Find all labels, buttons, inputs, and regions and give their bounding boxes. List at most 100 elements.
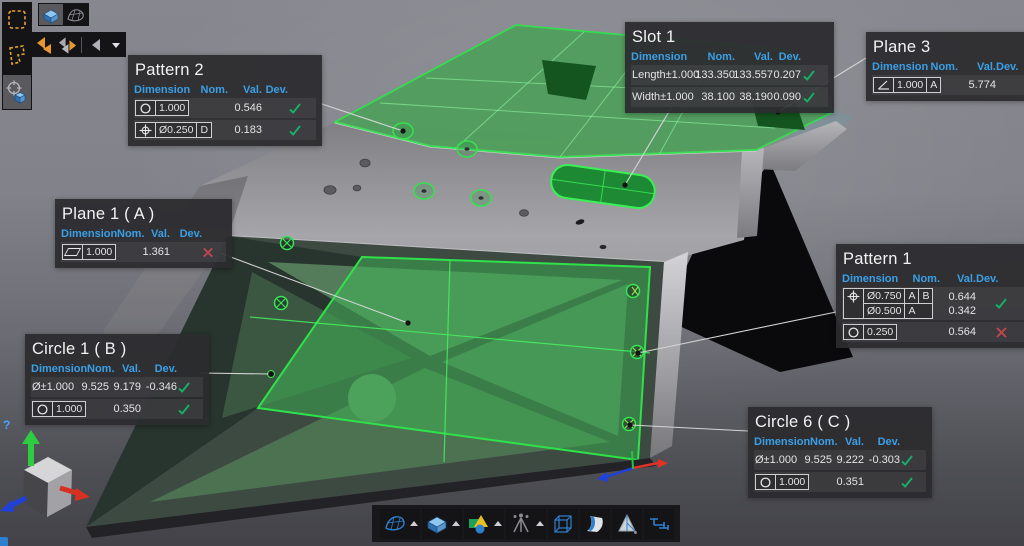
callout-plane-1[interactable]: Plane 1 ( A )DimensionNom.Val.Dev.1.0001… [55, 199, 232, 268]
pass-check-icon [900, 454, 914, 467]
surface-tool-button[interactable] [580, 509, 610, 539]
pass-check-icon [288, 124, 302, 137]
measurement-row[interactable]: Ø0.250D0.183 [134, 120, 316, 140]
status-icon-cell [900, 454, 914, 467]
axis-up-arrow[interactable] [22, 430, 40, 466]
pass-check-icon [288, 102, 302, 115]
pass-check-icon [802, 91, 816, 104]
dimension-label: Ø±1.000 [754, 454, 810, 466]
callout-title: Slot 1 [632, 28, 827, 47]
dimension-label: Width±1.000 [631, 91, 703, 103]
wire-cube-icon [550, 511, 576, 537]
measured-value: 0.350 [109, 403, 141, 415]
tolerance-frame: 1.000 [32, 401, 86, 417]
circularity-symbol [36, 403, 49, 416]
column-header: Dimension [754, 436, 810, 448]
primitives-menu-button[interactable] [422, 509, 462, 539]
deviation-value: 0.207 [773, 69, 801, 81]
mesh-menu-button[interactable] [380, 509, 420, 539]
measurement-row[interactable]: 1.0000.351 [754, 472, 926, 492]
dropdown-caret-icon [452, 521, 460, 526]
device-menu-button[interactable] [506, 509, 546, 539]
previous-button[interactable] [85, 34, 106, 55]
circularity-symbol [139, 102, 152, 115]
measurement-row[interactable]: 1.0001.361 [61, 242, 226, 262]
measurement-row[interactable]: 1.000 0.350 [31, 399, 203, 419]
circularity-symbol [847, 326, 860, 339]
measurement-row[interactable]: 0.2500.564 [842, 322, 1024, 342]
column-header: Dev. [773, 51, 801, 63]
position-symbol [139, 124, 152, 137]
more-options-button[interactable] [109, 34, 123, 55]
help-link[interactable]: ? [3, 418, 10, 432]
shaded-mode-button[interactable] [39, 4, 63, 25]
nominal-value: 38.100 [703, 91, 735, 103]
callout-title: Plane 3 [873, 38, 1024, 57]
measurement-row[interactable]: 1.0000.546 [134, 98, 316, 118]
callout-header: DimensionNom.Val.Dev. [872, 61, 1024, 73]
dropdown-caret-icon [410, 521, 418, 526]
column-header: Val. [137, 228, 170, 240]
nav-cube[interactable] [0, 430, 90, 517]
pass-check-icon [900, 476, 914, 489]
pass-check-icon [994, 297, 1008, 310]
column-header: Nom. [117, 228, 137, 240]
measurement-row[interactable]: Length±1.000133.350133.5570.207 [631, 65, 828, 85]
callout-header: DimensionNom.Val.Dev. [31, 363, 203, 375]
column-header: Nom. [930, 61, 958, 73]
callout-plane-3[interactable]: Plane 3 DimensionNom.Val.Dev. 1.000A5.774 [866, 32, 1024, 101]
fail-x-icon [202, 246, 214, 259]
deviation-value: 0.090 [773, 91, 801, 103]
creation-toolbar [372, 505, 680, 542]
callout-header: DimensionNom.Val.Dev. [134, 84, 316, 96]
measurement-row[interactable]: 1.000A5.774 [872, 75, 1024, 95]
callout-pattern-1[interactable]: Pattern 1DimensionNom.Val.Dev.Ø0.750ABØ0… [836, 244, 1024, 348]
display-mode-toolbar [38, 3, 89, 26]
browse-pieces-button[interactable] [57, 34, 78, 55]
callout-header: DimensionNom.Val.Dev. [61, 228, 226, 240]
column-header: Nom. [912, 273, 940, 285]
measurement-row[interactable]: Ø0.750ABØ0.500A0.6440.342 [842, 287, 1024, 320]
metrology-3d-viewport[interactable]: Pattern 2DimensionNom.Val.Dev.1.0000.546… [0, 0, 1024, 546]
dropdown-caret-icon [494, 521, 502, 526]
first-piece-button[interactable] [33, 34, 54, 55]
nominal-value: 133.350 [703, 69, 735, 81]
curved-sheet-icon [582, 511, 608, 537]
pass-check-icon [177, 403, 191, 416]
tolerance-frame: 1.000A [873, 77, 941, 93]
wireframe-mode-button[interactable] [64, 4, 88, 25]
column-header: Nom. [200, 84, 228, 96]
prism-tool-button[interactable] [612, 509, 642, 539]
status-icon-cell [801, 91, 816, 104]
callout-header: DimensionNom.Val.Dev. [631, 51, 828, 63]
axis-left-arrow[interactable] [0, 498, 26, 512]
tripod-icon [508, 511, 534, 537]
tolerance-frame: 1.000 [755, 474, 809, 490]
deviation-value: -0.303 [864, 454, 900, 466]
features-menu-button[interactable] [464, 509, 504, 539]
arrow-left-icon [87, 35, 105, 55]
column-header: Nom. [87, 363, 109, 375]
callout-pattern-2[interactable]: Pattern 2DimensionNom.Val.Dev.1.0000.546… [128, 55, 322, 146]
measurement-row[interactable]: Ø±1.0009.5259.222-0.303 [754, 450, 926, 470]
rectangle-selection-button[interactable] [3, 3, 31, 37]
datum-tool-button[interactable] [644, 509, 674, 539]
selection-toolbar [2, 2, 32, 110]
measurement-row[interactable]: Ø±1.0009.5259.179-0.346 [31, 377, 203, 397]
column-header: Dimension [872, 61, 930, 73]
measured-value: 0.183 [228, 124, 262, 136]
freeform-selection-button[interactable] [3, 39, 31, 73]
callout-circle-1[interactable]: Circle 1 ( B )DimensionNom.Val.Dev.Ø±1.0… [25, 334, 209, 425]
measured-value: 133.557 [735, 69, 773, 81]
corner-widget[interactable] [0, 537, 8, 546]
bounding-box-button[interactable] [548, 509, 578, 539]
callout-title: Pattern 1 [843, 250, 1023, 269]
callout-slot-1[interactable]: Slot 1 DimensionNom.Val.Dev. Length±1.0001… [625, 22, 834, 113]
element-selection-button[interactable] [3, 75, 31, 109]
callout-circle-6[interactable]: Circle 6 ( C )DimensionNom.Val.Dev.Ø±1.0… [748, 407, 932, 498]
dashed-rectangle-icon [6, 6, 28, 34]
column-header: Dimension [842, 273, 912, 285]
column-header: Dimension [31, 363, 87, 375]
measurement-row[interactable]: Width±1.00038.10038.1900.090 [631, 87, 828, 107]
fail-x-icon [995, 326, 1008, 339]
